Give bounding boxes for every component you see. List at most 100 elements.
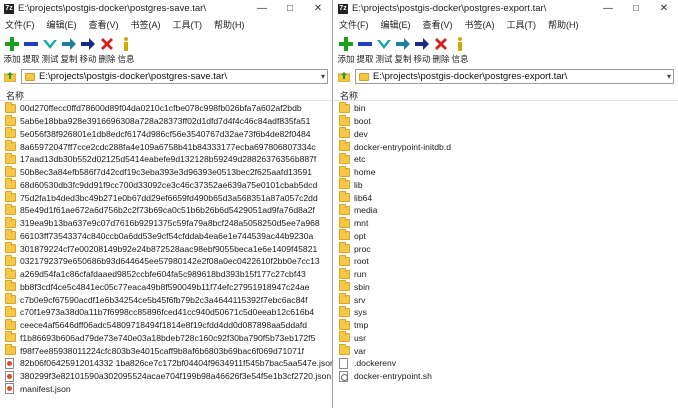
- info-label: 信息: [117, 54, 135, 64]
- list-item[interactable]: docker-entrypoint-initdb.d: [334, 140, 678, 153]
- list-item[interactable]: 50b8ec3a84efb586f7d42cdf19c3eba393e3d963…: [0, 165, 332, 179]
- menu-edit[interactable]: 编辑(E): [381, 18, 411, 33]
- menu-help[interactable]: 帮助(H): [214, 18, 245, 33]
- close-button[interactable]: ✕: [650, 0, 678, 18]
- chevron-down-icon[interactable]: ▾: [321, 70, 325, 83]
- minimize-button[interactable]: —: [594, 0, 622, 18]
- list-item[interactable]: bin: [334, 101, 678, 115]
- menu-file[interactable]: 文件(F): [5, 18, 35, 33]
- app-icon: 7z: [4, 4, 14, 14]
- list-item[interactable]: sys: [334, 305, 678, 319]
- menu-bookmarks[interactable]: 书签(A): [465, 18, 495, 33]
- list-item[interactable]: a269d54fa1c86cfafdaaed9852ccbfe604fa5c98…: [0, 267, 332, 281]
- list-item[interactable]: dev: [334, 127, 678, 141]
- menu-bookmarks[interactable]: 书签(A): [131, 18, 161, 33]
- list-item[interactable]: 8a65972047ff7cce2cdc288fa4e109a6758b41b8…: [0, 140, 332, 153]
- up-folder-icon[interactable]: [4, 71, 16, 82]
- list-item[interactable]: mnt: [334, 216, 678, 230]
- list-item[interactable]: c70f1e973a38d0a11b7f6998cc85896fced41cc9…: [0, 305, 332, 319]
- list-item[interactable]: usr: [334, 331, 678, 345]
- list-item[interactable]: opt: [334, 229, 678, 243]
- move-button[interactable]: 移动: [413, 34, 431, 66]
- list-item[interactable]: 0321792379e650686b93d644645ee57980142e2f…: [0, 254, 332, 268]
- menu-help[interactable]: 帮助(H): [548, 18, 579, 33]
- up-folder-icon[interactable]: [338, 71, 350, 82]
- folder-icon: [5, 178, 16, 190]
- delete-button[interactable]: 删除: [98, 34, 116, 66]
- list-item[interactable]: 66103ff73543374c840ccb0a6dd53e9cf54cfdda…: [0, 229, 332, 243]
- item-name: 00d270ffecc0ffd78600d89f04da0210c1cfbe07…: [20, 103, 302, 114]
- list-item[interactable]: docker-entrypoint.sh: [334, 370, 678, 383]
- list-item[interactable]: 68d60530db3fc9dd91f9cc700d33092ce3c46c37…: [0, 178, 332, 192]
- chevron-down-icon[interactable]: ▾: [667, 70, 671, 83]
- list-item[interactable]: home: [334, 165, 678, 179]
- list-item[interactable]: root: [334, 254, 678, 268]
- close-button[interactable]: ✕: [304, 0, 332, 18]
- list-item[interactable]: .dockerenv: [334, 357, 678, 370]
- list-item[interactable]: 00d270ffecc0ffd78600d89f04da0210c1cfbe07…: [0, 101, 332, 115]
- add-button[interactable]: 添加: [337, 34, 355, 66]
- folder-icon: [339, 216, 350, 228]
- list-item[interactable]: 5e056f38f926801e1db8edcf6174d986cf56e354…: [0, 127, 332, 141]
- extract-button[interactable]: 提取: [22, 34, 40, 66]
- column-header-name[interactable]: 名称: [0, 87, 332, 101]
- list-item[interactable]: srv: [334, 293, 678, 306]
- delete-button[interactable]: 删除: [432, 34, 450, 66]
- list-item[interactable]: media: [334, 203, 678, 217]
- info-button[interactable]: 信息: [117, 34, 135, 66]
- list-item[interactable]: 82b06f06425912014332 1ba826ce7c172bf0440…: [0, 357, 332, 370]
- test-button[interactable]: 测试: [375, 34, 393, 66]
- list-item[interactable]: 301879224cf7e00208149b92e24b872528aac98e…: [0, 242, 332, 255]
- folder-icon: [339, 305, 350, 317]
- maximize-button[interactable]: □: [622, 0, 650, 18]
- app-icon: 7z: [338, 4, 348, 14]
- list-item[interactable]: f98f7ee85938011224cfc803b3e4015caff9b8af…: [0, 344, 332, 357]
- test-button[interactable]: 测试: [41, 34, 59, 66]
- test-label: 测试: [375, 54, 393, 64]
- list-item[interactable]: sbin: [334, 280, 678, 294]
- list-item[interactable]: lib64: [334, 191, 678, 204]
- item-name: 50b8ec3a84efb586f7d42cdf19c3eba393e3d963…: [20, 167, 312, 178]
- menu-view[interactable]: 查看(V): [89, 18, 119, 33]
- list-item[interactable]: boot: [334, 114, 678, 128]
- item-name: 17aad13db30b552d02125d5414eabefe9d132128…: [20, 154, 317, 165]
- copy-button[interactable]: 复制: [394, 34, 412, 66]
- list-item[interactable]: 85e49d1f61ae672a6d756b2c2f73b69ca0c51b6b…: [0, 203, 332, 217]
- maximize-button[interactable]: □: [276, 0, 304, 18]
- list-item[interactable]: tmp: [334, 318, 678, 332]
- list-item[interactable]: var: [334, 344, 678, 357]
- address-field[interactable]: E:\projects\postgis-docker\postgres-expo…: [355, 69, 674, 84]
- list-item[interactable]: 380299f3e82101590a302095524acae704f199b9…: [0, 370, 332, 383]
- list-item[interactable]: run: [334, 267, 678, 281]
- item-name: var: [354, 345, 366, 356]
- list-item[interactable]: f1b86693b606ad79de73e740e03a18bdeb728c16…: [0, 331, 332, 345]
- list-item[interactable]: c7b0e9cf67590acdf1e6b34254ce5b45f6fb79b2…: [0, 293, 332, 306]
- list-item[interactable]: 75d2fa1b4ded3bc49b271e0b67dd29ef6659fd49…: [0, 191, 332, 204]
- menu-tools[interactable]: 工具(T): [173, 18, 203, 33]
- info-button[interactable]: 信息: [451, 34, 469, 66]
- minimize-button[interactable]: —: [248, 0, 276, 18]
- folder-icon: [5, 165, 16, 177]
- folder-icon: [5, 127, 16, 139]
- column-header-name[interactable]: 名称: [334, 87, 678, 101]
- menu-tools[interactable]: 工具(T): [507, 18, 537, 33]
- list-item[interactable]: 17aad13db30b552d02125d5414eabefe9d132128…: [0, 152, 332, 166]
- folder-icon: [339, 101, 350, 113]
- list-item[interactable]: proc: [334, 242, 678, 255]
- extract-button[interactable]: 提取: [356, 34, 374, 66]
- list-item[interactable]: manifest.json: [0, 383, 332, 396]
- address-field[interactable]: E:\projects\postgis-docker\postgres-save…: [21, 69, 328, 84]
- list-item[interactable]: etc: [334, 152, 678, 166]
- list-item[interactable]: 319ea9b13ba637e9c07d7616b9291375c59fa79a…: [0, 216, 332, 230]
- add-button[interactable]: 添加: [3, 34, 21, 66]
- list-item[interactable]: ceece4af5646dff06adc54809718494f1814e8f1…: [0, 318, 332, 332]
- menu-file[interactable]: 文件(F): [339, 18, 369, 33]
- menu-edit[interactable]: 编辑(E): [47, 18, 77, 33]
- list-item[interactable]: bb8f3cdf4ce5c4841ec05c77eaca49b8f590049b…: [0, 280, 332, 294]
- menu-view[interactable]: 查看(V): [423, 18, 453, 33]
- copy-button[interactable]: 复制: [60, 34, 78, 66]
- list-item[interactable]: lib: [334, 178, 678, 192]
- move-button[interactable]: 移动: [79, 34, 97, 66]
- folder-icon: [5, 216, 16, 228]
- list-item[interactable]: 5ab6e18bba928e3916696308a728a28373ff02d1…: [0, 114, 332, 128]
